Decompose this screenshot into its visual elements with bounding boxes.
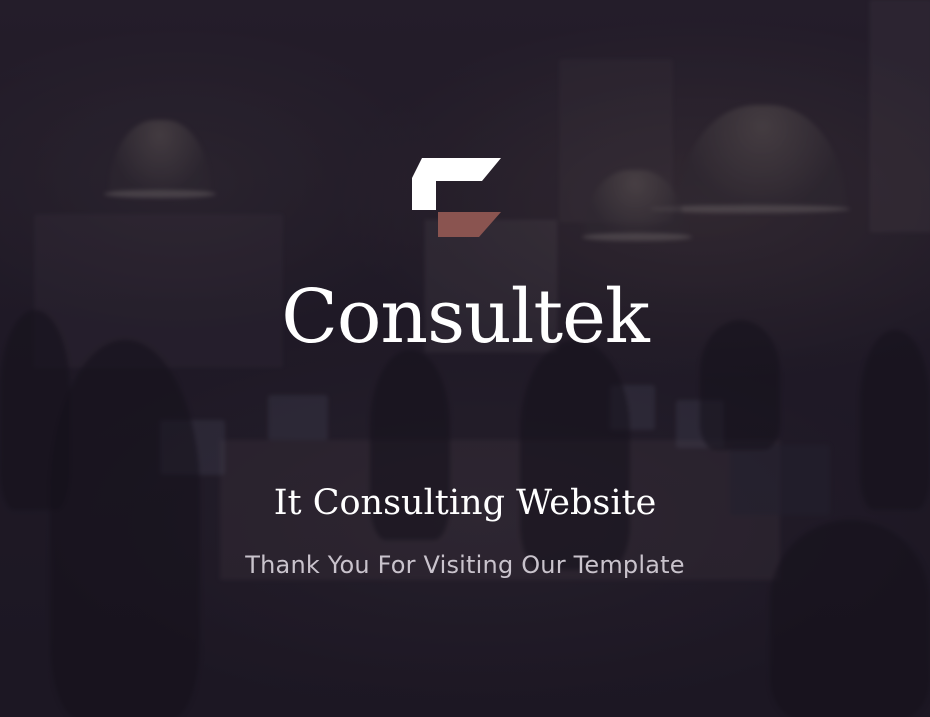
hero-section: Consultek It Consulting Website Thank Yo… xyxy=(0,0,930,717)
brand-name: Consultek xyxy=(281,274,650,360)
hero-subheadline: Thank You For Visiting Our Template xyxy=(245,551,685,579)
hero-content: Consultek It Consulting Website Thank Yo… xyxy=(0,0,930,717)
consultek-logo-icon xyxy=(412,158,501,237)
hero-headline: It Consulting Website xyxy=(273,483,657,523)
